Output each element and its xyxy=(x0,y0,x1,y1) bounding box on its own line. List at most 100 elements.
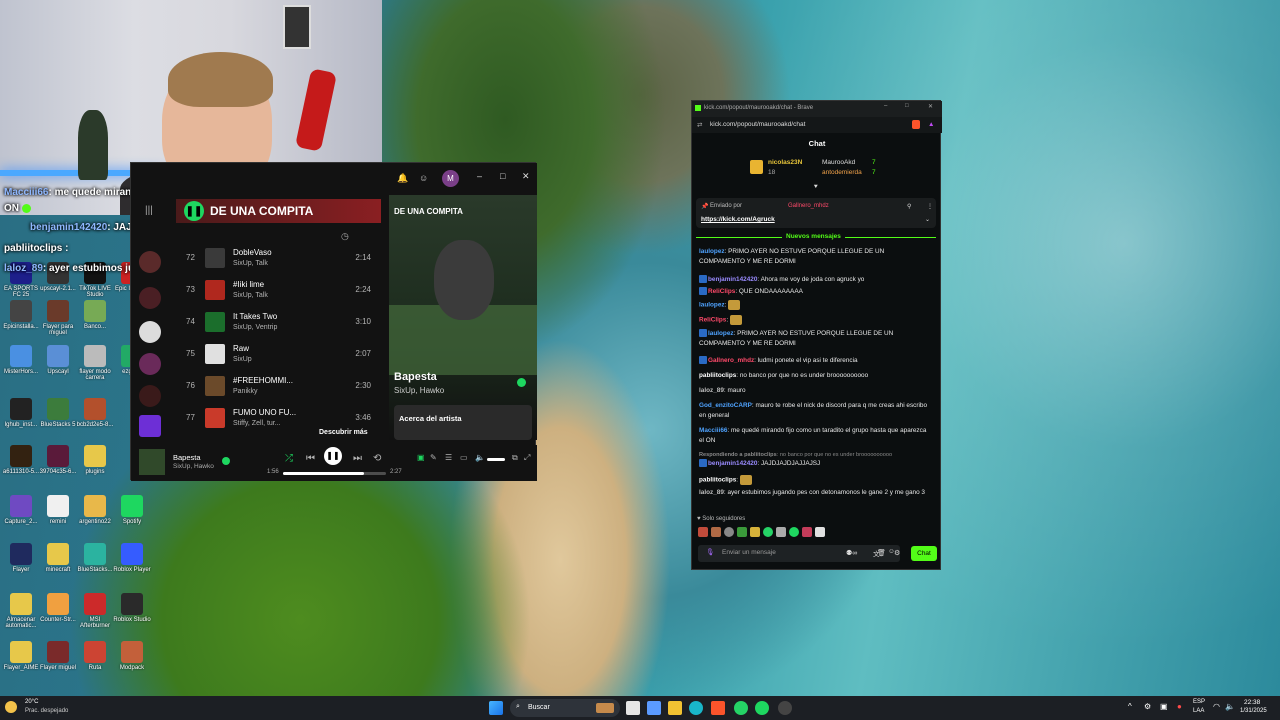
desktop-icon[interactable]: BlueStacks... xyxy=(76,543,114,573)
desktop-icon[interactable]: 39704c35-6... xyxy=(39,445,77,475)
desktop-icon[interactable]: lghub_inst... xyxy=(2,398,40,428)
sidebar-liked-songs[interactable] xyxy=(139,415,161,437)
shuffle-icon[interactable]: ⤮ xyxy=(285,453,293,464)
pause-icon[interactable]: ❚❚ xyxy=(184,201,204,221)
desktop-icon[interactable]: Upscayl xyxy=(39,345,77,375)
spotify-icon[interactable] xyxy=(755,701,769,715)
desktop-icon[interactable]: remini xyxy=(39,495,77,525)
desktop-icon[interactable]: plugins xyxy=(76,445,114,475)
kick-chat-window[interactable]: kick.com/popout/maurooakd/chat - Brave –… xyxy=(691,100,942,570)
desktop-icon[interactable]: Flayer para miguel xyxy=(39,300,77,336)
sidebar-playlist-1[interactable] xyxy=(139,251,161,273)
desktop-icon[interactable]: BlueStacks 5 xyxy=(39,398,77,428)
clock-date[interactable]: 1/31/2025 xyxy=(1240,708,1267,714)
track-row[interactable]: 74 It Takes Two SixUp, Ventrip 3:10 xyxy=(181,309,381,337)
sidebar-playlist-4[interactable] xyxy=(139,353,161,375)
more-icon[interactable]: ⋮ xyxy=(927,203,933,210)
wifi-icon[interactable]: ◠ xyxy=(1213,702,1220,711)
player-liked-icon[interactable] xyxy=(222,457,230,465)
desktop-icon[interactable]: Banco... xyxy=(76,300,114,330)
chat-username[interactable]: Macciii66 xyxy=(699,427,727,434)
whatsapp-icon[interactable] xyxy=(734,701,748,715)
brave-rewards-icon[interactable]: ▲ xyxy=(928,121,934,128)
chat-username[interactable]: laulopez xyxy=(699,302,725,309)
store-icon[interactable] xyxy=(647,701,661,715)
brave-shield-icon[interactable] xyxy=(912,120,920,129)
desktop-icon[interactable]: Epicinstalla... xyxy=(2,300,40,330)
now-playing-view-icon[interactable]: ▣ xyxy=(417,453,425,462)
desktop-icon[interactable]: Flayer miguel xyxy=(39,641,77,671)
maximize-icon[interactable]: □ xyxy=(905,103,909,109)
queue-icon[interactable]: ☰ xyxy=(445,453,452,462)
edge-icon[interactable] xyxy=(689,701,703,715)
volume-icon[interactable]: 🔈 xyxy=(475,453,485,462)
user-avatar[interactable]: M xyxy=(442,170,459,187)
minimize-icon[interactable]: – xyxy=(884,103,887,109)
track-row[interactable]: 76 #FREEHOMMI... Panikky 2:30 xyxy=(181,373,381,401)
chat-username[interactable]: laloz_89 xyxy=(699,489,724,496)
lyrics-icon[interactable]: ✎ xyxy=(430,453,437,462)
settings-icon[interactable]: ⚙ xyxy=(894,549,900,557)
top1-name[interactable]: nicolas23N xyxy=(768,159,802,166)
obs-icon[interactable] xyxy=(778,701,792,715)
progress-track[interactable] xyxy=(283,472,386,475)
chat-username[interactable]: pabliitoclips xyxy=(699,372,736,379)
miniplayer-icon[interactable]: ⧉ xyxy=(512,453,518,463)
keyboard-layout[interactable]: LAA xyxy=(1193,708,1204,714)
chat-username[interactable]: benjamin142420 xyxy=(708,460,757,467)
chat-username[interactable]: laloz_89 xyxy=(699,387,724,394)
discover-more[interactable]: Descubrir más xyxy=(319,429,368,436)
desktop-icon[interactable]: Modpack xyxy=(113,641,151,671)
file-explorer-icon[interactable] xyxy=(668,701,682,715)
minimize-icon[interactable]: – xyxy=(477,171,482,181)
bell-icon[interactable]: 🔔 xyxy=(397,173,408,184)
top2-name[interactable]: MaurooAkd xyxy=(822,159,855,166)
sidebar-playlist-5[interactable] xyxy=(139,385,161,407)
chat-username[interactable]: God_enzitoCARP xyxy=(699,402,752,409)
search-box[interactable]: ⌕ Buscar xyxy=(510,699,620,717)
unpin-icon[interactable]: ⚲ xyxy=(907,203,911,210)
close-icon[interactable]: ✕ xyxy=(522,171,530,182)
track-row[interactable]: 75 Raw SixUp 2:07 xyxy=(181,341,381,369)
chat-username[interactable]: laulopez xyxy=(699,248,725,255)
next-icon[interactable]: ⏭ xyxy=(353,453,362,464)
desktop-icon[interactable]: Flayer_AIME xyxy=(2,641,40,671)
desktop-icon[interactable]: Roblox Player xyxy=(113,543,151,573)
maximize-icon[interactable]: □ xyxy=(500,171,505,181)
desktop-icon[interactable]: a6111310-5... xyxy=(2,445,40,475)
trash-icon[interactable]: 🗑 xyxy=(877,549,886,557)
stream-stats-icon[interactable]: ⚉∞ xyxy=(846,549,857,557)
friends-icon[interactable]: ☺ xyxy=(419,173,428,183)
desktop-icon[interactable]: Spotify xyxy=(113,495,151,525)
tray-network-icon[interactable]: ⚙ xyxy=(1144,702,1151,711)
player-artist[interactable]: SixUp, Hawko xyxy=(173,463,214,470)
collapse-icon[interactable]: ⌄ xyxy=(925,216,930,223)
sidebar-playlist-2[interactable] xyxy=(139,287,161,309)
desktop-icon[interactable]: Ruta xyxy=(76,641,114,671)
task-view-icon[interactable] xyxy=(626,701,640,715)
chat-username[interactable]: benjamin142420 xyxy=(708,276,757,283)
sidebar-playlist-3[interactable] xyxy=(139,321,161,343)
player-title[interactable]: Bapesta xyxy=(173,453,201,462)
np-artist[interactable]: SixUp, Hawko xyxy=(394,386,444,395)
start-button[interactable] xyxy=(489,701,503,715)
chat-username[interactable]: laulopez xyxy=(708,330,734,337)
chat-username[interactable]: Respondiendo a pabliitoclips xyxy=(699,452,777,458)
chat-username[interactable]: pabliitoclips xyxy=(699,477,736,484)
chat-username[interactable]: ReliClips xyxy=(699,317,726,324)
desktop-icon[interactable]: bcb2d2e5-8... xyxy=(76,398,114,428)
desktop-icon[interactable]: MSI Afterburner xyxy=(76,593,114,629)
chat-username[interactable]: ReliClips xyxy=(708,288,735,295)
fullscreen-icon[interactable]: ⤢ xyxy=(524,453,530,463)
site-info-icon[interactable]: ⇄ xyxy=(697,121,702,129)
tray-app-icon[interactable]: ▣ xyxy=(1160,702,1168,711)
desktop-icon[interactable]: minecraft xyxy=(39,543,77,573)
pinned-user[interactable]: Gallnero_mhdz xyxy=(788,203,829,209)
track-row[interactable]: 73 #Iiki lime SixUp, Talk 2:24 xyxy=(181,277,381,305)
previous-icon[interactable]: ⏮ xyxy=(306,453,315,464)
address-bar[interactable]: ⇄ kick.com/popout/maurooakd/chat ▲ xyxy=(692,117,942,133)
desktop-icon[interactable]: Flayer xyxy=(2,543,40,573)
weather-desc[interactable]: Prac. despejado xyxy=(25,708,68,714)
play-pause-button[interactable]: ❚❚ xyxy=(324,447,342,465)
desktop-icon[interactable]: argentino22 xyxy=(76,495,114,525)
